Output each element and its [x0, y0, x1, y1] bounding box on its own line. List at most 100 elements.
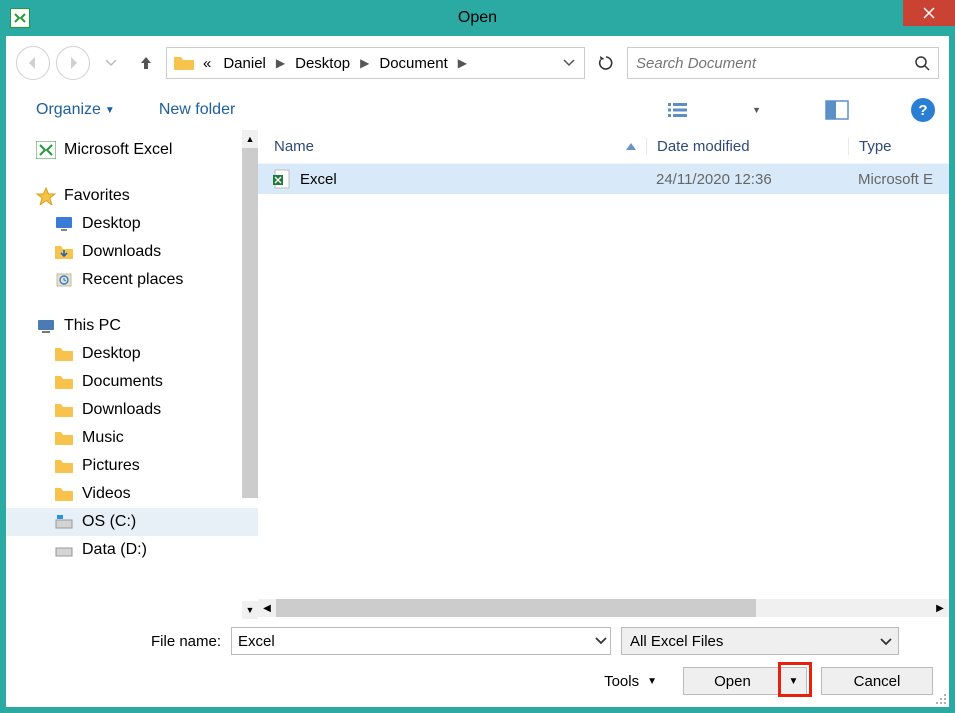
sidebar-item-favorites[interactable]: Favorites — [6, 182, 258, 210]
recent-dropdown[interactable] — [96, 48, 126, 78]
sidebar-item-label: Downloads — [82, 401, 161, 419]
bottom-controls: File name: All Excel Files Tools ▼ Open — [6, 619, 949, 707]
sidebar-item-label: Recent places — [82, 271, 183, 289]
chevron-down-icon[interactable] — [595, 632, 607, 650]
desktop-icon — [54, 215, 74, 233]
star-icon — [36, 187, 56, 205]
path-dropdown-icon[interactable] — [560, 54, 578, 72]
column-header-row: Name Date modified Type — [258, 130, 949, 164]
drive-icon — [54, 513, 74, 531]
sidebar-item-label: This PC — [64, 317, 121, 335]
excel-icon — [36, 141, 56, 159]
forward-button[interactable] — [56, 46, 90, 80]
sidebar-item-pc-music[interactable]: Music — [6, 424, 258, 452]
window-title: Open — [458, 9, 497, 27]
breadcrumb-item[interactable]: Daniel — [219, 55, 270, 72]
scroll-right-icon[interactable]: ▶ — [931, 599, 949, 617]
sidebar-item-label: Pictures — [82, 457, 140, 475]
file-date: 24/11/2020 12:36 — [646, 171, 848, 188]
sort-asc-icon — [626, 143, 636, 151]
column-label: Name — [274, 138, 314, 155]
sidebar: Microsoft Excel Favorites Desktop Downlo… — [6, 130, 258, 619]
folder-icon — [54, 457, 74, 475]
column-header-type[interactable]: Type — [848, 138, 949, 155]
tools-menu[interactable]: Tools ▼ — [604, 673, 657, 690]
sidebar-item-pc-pictures[interactable]: Pictures — [6, 452, 258, 480]
sidebar-item-label: OS (C:) — [82, 513, 136, 531]
sidebar-item-desktop[interactable]: Desktop — [6, 210, 258, 238]
file-list-pane: Name Date modified Type Excel 24/11/2020… — [258, 130, 949, 619]
scroll-left-icon[interactable]: ◀ — [258, 599, 276, 617]
preview-pane-button[interactable] — [821, 96, 853, 124]
sidebar-item-downloads[interactable]: Downloads — [6, 238, 258, 266]
folder-icon — [54, 401, 74, 419]
sidebar-item-pc-osc[interactable]: OS (C:) — [6, 508, 258, 536]
scroll-thumb[interactable] — [276, 599, 756, 617]
view-options-button[interactable] — [662, 96, 694, 124]
chevron-down-icon[interactable]: ▼ — [752, 105, 761, 115]
scroll-down-icon[interactable]: ▼ — [242, 601, 258, 619]
sidebar-item-recent[interactable]: Recent places — [6, 266, 258, 294]
sidebar-item-pc-datad[interactable]: Data (D:) — [6, 536, 258, 564]
help-button[interactable]: ? — [911, 98, 935, 122]
breadcrumb-item[interactable]: Document — [375, 55, 451, 72]
refresh-button[interactable] — [591, 48, 621, 78]
close-button[interactable] — [903, 0, 955, 26]
folder-icon — [54, 345, 74, 363]
tools-label: Tools — [604, 673, 639, 690]
organize-label: Organize — [36, 101, 101, 119]
resize-grip-icon[interactable] — [933, 691, 947, 705]
back-button[interactable] — [16, 46, 50, 80]
titlebar: Open — [0, 0, 955, 36]
folder-icon — [54, 373, 74, 391]
search-input[interactable] — [636, 55, 908, 72]
sidebar-item-label: Videos — [82, 485, 131, 503]
organize-menu[interactable]: Organize ▼ — [36, 101, 115, 119]
scroll-thumb[interactable] — [242, 148, 258, 498]
breadcrumb-item[interactable]: Desktop — [291, 55, 354, 72]
breadcrumb-bar[interactable]: « Daniel ▶ Desktop ▶ Document ▶ — [166, 47, 585, 79]
up-button[interactable] — [132, 49, 160, 77]
sidebar-item-thispc[interactable]: This PC — [6, 312, 258, 340]
file-name-input[interactable] — [231, 627, 611, 655]
sidebar-item-label: Microsoft Excel — [64, 141, 172, 159]
sidebar-item-excel[interactable]: Microsoft Excel — [6, 136, 258, 164]
sidebar-item-label: Desktop — [82, 345, 141, 363]
sidebar-item-label: Downloads — [82, 243, 161, 261]
folder-download-icon — [54, 243, 74, 261]
breadcrumb-prefix: « — [199, 55, 215, 72]
cancel-button[interactable]: Cancel — [821, 667, 933, 695]
scroll-up-icon[interactable]: ▲ — [242, 130, 258, 148]
chevron-right-icon: ▶ — [456, 56, 469, 70]
excel-app-icon — [10, 8, 30, 28]
column-header-date[interactable]: Date modified — [646, 138, 848, 155]
sidebar-scrollbar[interactable]: ▲ ▼ — [242, 130, 258, 619]
chevron-down-icon — [880, 633, 892, 650]
pc-icon — [36, 317, 56, 335]
folder-icon — [54, 429, 74, 447]
chevron-down-icon: ▼ — [647, 676, 657, 687]
column-header-name[interactable]: Name — [258, 138, 646, 155]
sidebar-item-pc-desktop[interactable]: Desktop — [6, 340, 258, 368]
chevron-down-icon: ▼ — [105, 105, 115, 116]
sidebar-item-label: Desktop — [82, 215, 141, 233]
toolbar-row: Organize ▼ New folder ▼ ? — [6, 90, 949, 130]
recent-icon — [54, 271, 74, 289]
sidebar-item-pc-downloads[interactable]: Downloads — [6, 396, 258, 424]
sidebar-item-pc-videos[interactable]: Videos — [6, 480, 258, 508]
nav-row: « Daniel ▶ Desktop ▶ Document ▶ — [6, 36, 949, 90]
excel-file-icon — [272, 169, 292, 189]
chevron-right-icon: ▶ — [358, 56, 371, 70]
sidebar-item-label: Documents — [82, 373, 163, 391]
file-name-label: File name: — [151, 633, 221, 650]
file-row-selected[interactable]: Excel 24/11/2020 12:36 Microsoft E — [258, 164, 949, 194]
new-folder-button[interactable]: New folder — [159, 101, 235, 119]
search-box[interactable] — [627, 47, 939, 79]
chevron-right-icon: ▶ — [274, 56, 287, 70]
sidebar-item-pc-documents[interactable]: Documents — [6, 368, 258, 396]
scroll-track[interactable] — [276, 599, 931, 617]
open-button[interactable]: Open — [683, 667, 781, 695]
horizontal-scrollbar[interactable]: ◀ ▶ — [258, 597, 949, 619]
file-type: Microsoft E — [848, 171, 949, 188]
file-type-filter[interactable]: All Excel Files — [621, 627, 899, 655]
